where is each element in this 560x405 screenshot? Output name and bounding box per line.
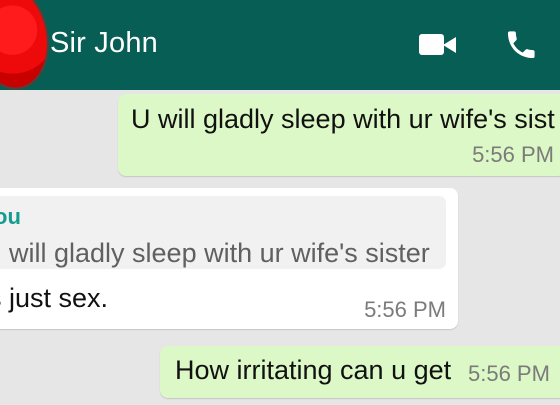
video-camera-lens (443, 37, 456, 53)
chat-header: Sir John (0, 0, 560, 90)
message-text: How irritating can u get (175, 355, 452, 385)
outgoing-message-bubble[interactable]: How irritating can u get 5:56 PM (160, 346, 560, 398)
message-time: 5:56 PM (472, 142, 554, 167)
phone-icon (507, 31, 535, 59)
video-call-button[interactable] (416, 22, 462, 68)
message-text: s just sex. (0, 283, 109, 313)
message-time: 5:56 PM (364, 297, 446, 322)
quoted-message[interactable]: ou J will gladly sleep with ur wife's si… (0, 196, 446, 269)
message-text: U will gladly sleep with ur wife's sist (131, 104, 555, 134)
video-camera-body (419, 34, 444, 55)
incoming-message-bubble[interactable]: ou J will gladly sleep with ur wife's si… (0, 188, 458, 329)
avatar[interactable] (0, 0, 57, 90)
chat-screen: Sir John U will gladly sleep with ur wif… (0, 0, 560, 405)
contact-name[interactable]: Sir John (50, 25, 158, 61)
outgoing-message-bubble[interactable]: U will gladly sleep with ur wife's sist … (118, 94, 560, 176)
voice-call-button[interactable] (498, 22, 544, 68)
quoted-text: J will gladly sleep with ur wife's siste… (0, 238, 430, 268)
quoted-author: ou (0, 204, 21, 229)
video-camera-icon (419, 33, 459, 57)
message-time: 5:56 PM (468, 361, 550, 386)
